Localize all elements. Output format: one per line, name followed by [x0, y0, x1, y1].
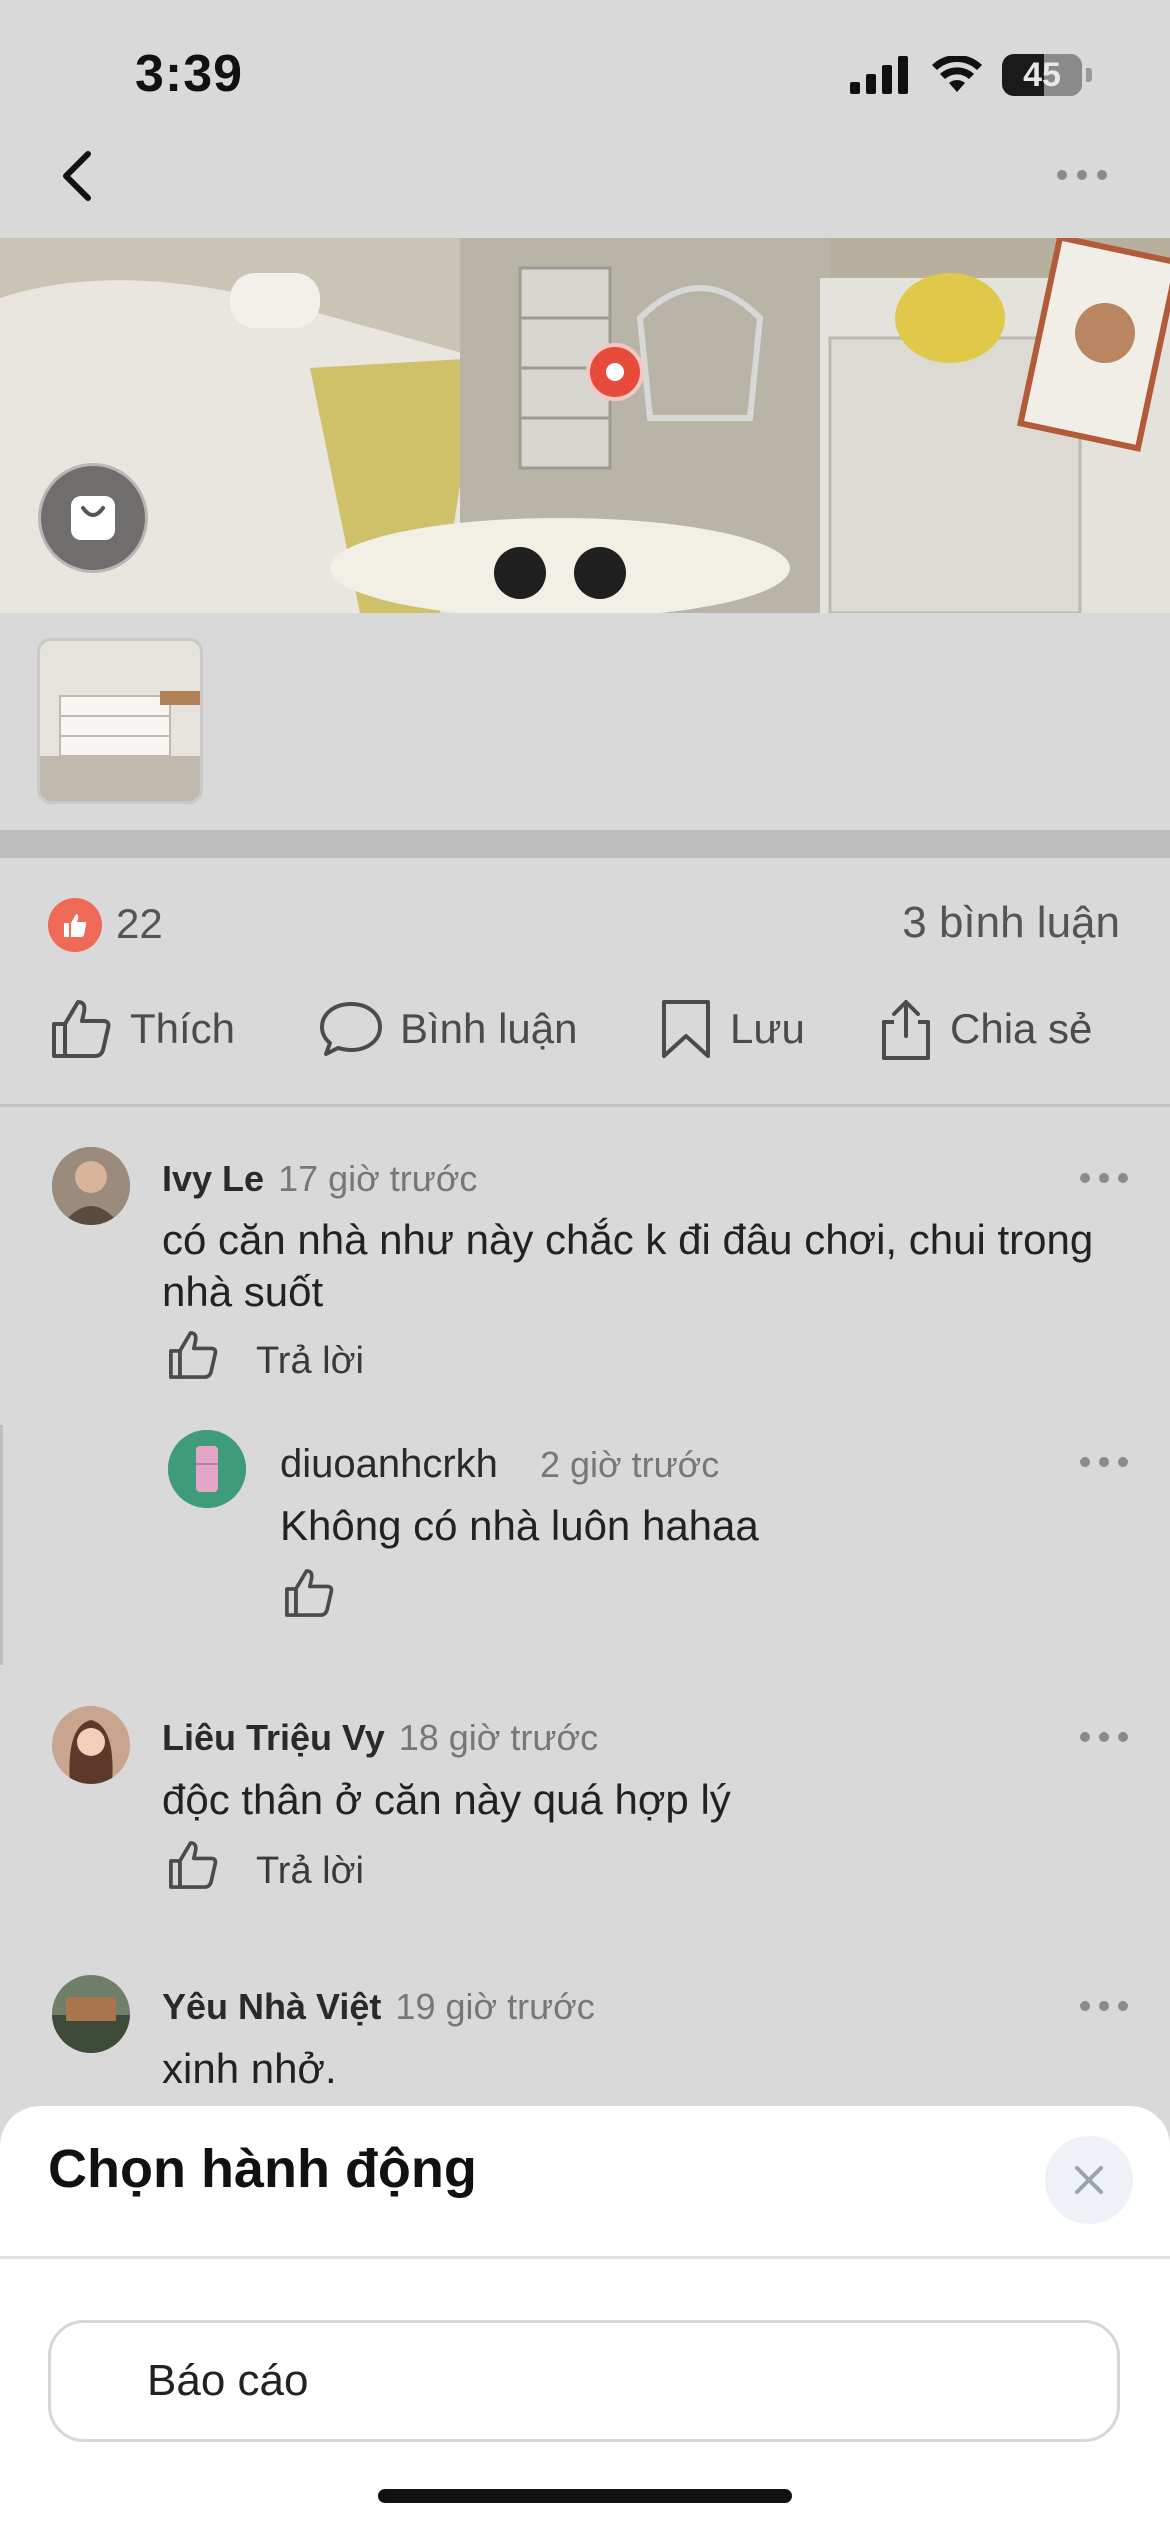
battery-tip — [1086, 68, 1092, 82]
like-button[interactable]: Thích — [48, 992, 235, 1066]
signal-icon — [850, 56, 908, 94]
divider — [0, 1104, 1170, 1107]
report-option[interactable]: Báo cáo — [48, 2320, 1120, 2442]
comment-time: 17 giờ trước — [278, 1158, 478, 1199]
share-label: Chia sẻ — [950, 1005, 1093, 1052]
more-dots-icon — [1057, 170, 1107, 180]
comment-time: 18 giờ trước — [398, 1717, 599, 1758]
comment-bubble-icon — [320, 1002, 382, 1056]
more-options-button[interactable] — [1052, 160, 1112, 190]
like-label: Thích — [130, 1005, 236, 1052]
comment-header: Yêu Nhà Việt 19 giờ trước — [162, 1986, 595, 2028]
comment-author[interactable]: Ivy Le — [162, 1158, 264, 1200]
reply-button[interactable]: Trả lời — [256, 1340, 364, 1383]
comment-text: xinh nhở. — [162, 2045, 337, 2092]
comment-more-button[interactable] — [1080, 1173, 1128, 1185]
reply-header: diuoanhcrkh 2 giờ trước — [280, 1442, 719, 1487]
thumbs-up-icon[interactable] — [166, 1328, 220, 1382]
bookmark-icon — [662, 1000, 710, 1058]
shopping-bag-icon — [71, 496, 115, 540]
close-icon — [1075, 2166, 1103, 2194]
status-time: 3:39 — [135, 45, 244, 103]
status-icons: 45 — [850, 54, 1092, 96]
comment-more-button[interactable] — [1080, 1732, 1128, 1744]
thumbs-up-icon[interactable] — [282, 1566, 336, 1620]
share-icon — [882, 1000, 930, 1060]
comment-text-line2: nhà suốt — [162, 1268, 324, 1315]
reply-button[interactable]: Trả lời — [256, 1850, 364, 1893]
comment-text: Không có nhà luôn hahaa — [280, 1502, 759, 1549]
shop-products-button[interactable] — [38, 463, 148, 573]
like-badge — [48, 898, 102, 952]
comment-more-button[interactable] — [1080, 1457, 1128, 1469]
comment-text: độc thân ở căn này quá hợp lý — [162, 1776, 731, 1823]
thumbs-up-icon — [64, 914, 87, 937]
back-chevron-icon — [63, 151, 91, 201]
image-thumbnail[interactable] — [37, 638, 203, 804]
avatar[interactable] — [52, 1147, 130, 1225]
comment-count[interactable]: 3 bình luận — [902, 898, 1120, 948]
sheet-divider — [0, 2256, 1170, 2259]
comment-time: 2 giờ trước — [539, 1444, 720, 1485]
comment-header: Ivy Le 17 giờ trước — [162, 1158, 477, 1200]
close-button[interactable] — [1045, 2136, 1133, 2224]
avatar[interactable] — [52, 1706, 130, 1784]
post-image[interactable] — [0, 238, 1170, 613]
comment-button[interactable]: Bình luận — [318, 992, 577, 1066]
battery-icon: 45 — [1002, 54, 1082, 96]
section-divider — [0, 830, 1170, 858]
comment-header: Liêu Triệu Vy 18 giờ trước — [162, 1717, 598, 1759]
back-button[interactable] — [50, 146, 110, 206]
thread-line — [0, 1425, 3, 1665]
product-tag-pin[interactable] — [586, 343, 644, 401]
comment-label: Bình luận — [400, 1005, 578, 1052]
comment-text-line1: có căn nhà như này chắc k đi đâu chơi, c… — [162, 1216, 1094, 1263]
thumbs-up-icon — [52, 1000, 111, 1058]
save-button[interactable]: Lưu — [658, 992, 805, 1066]
comment-author[interactable]: Liêu Triệu Vy — [162, 1717, 385, 1759]
comment-more-button[interactable] — [1080, 2001, 1128, 2013]
battery-level: 45 — [1023, 55, 1061, 94]
comment-time: 19 giờ trước — [395, 1986, 595, 2027]
comment-author[interactable]: diuoanhcrkh — [280, 1442, 498, 1487]
save-label: Lưu — [730, 1005, 805, 1052]
avatar[interactable] — [168, 1430, 246, 1508]
avatar[interactable] — [52, 1975, 130, 2053]
share-button[interactable]: Chia sẻ — [878, 992, 1092, 1066]
comment-author[interactable]: Yêu Nhà Việt — [162, 1986, 381, 2028]
home-indicator[interactable] — [378, 2489, 792, 2503]
like-count: 22 — [116, 900, 163, 947]
sheet-title: Chọn hành động — [48, 2139, 477, 2199]
wifi-icon — [932, 56, 982, 92]
thumbs-up-icon[interactable] — [166, 1838, 220, 1892]
